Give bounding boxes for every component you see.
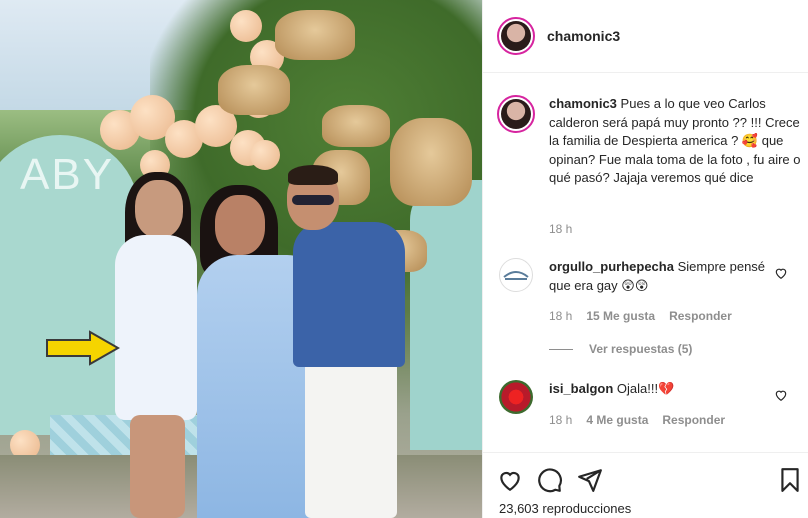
lamp — [390, 118, 472, 206]
yellow-arrow-icon — [46, 330, 120, 366]
comment-time[interactable]: 18 h — [549, 413, 572, 427]
heart-icon[interactable] — [497, 467, 523, 493]
comment-like-heart-icon[interactable] — [774, 266, 788, 280]
comment-avatar[interactable] — [499, 380, 533, 414]
person-3-pants — [305, 362, 397, 518]
person-1-legs — [130, 415, 185, 518]
sunglasses — [292, 195, 334, 205]
replies-divider — [549, 348, 573, 350]
comment-avatar[interactable] — [499, 258, 533, 292]
reply-button[interactable]: Responder — [662, 413, 725, 427]
post-panel: chamonic3 chamonic3 Pues a lo que veo Ca… — [482, 0, 808, 518]
person-1-head — [135, 180, 183, 238]
views-count[interactable]: 23,603 reproducciones — [499, 501, 631, 516]
comment-text: Ojala!!!💔 — [616, 381, 675, 396]
comment-like-heart-icon[interactable] — [774, 388, 788, 402]
comment-username[interactable]: isi_balgon — [549, 381, 613, 396]
comment-item: isi_balgon Ojala!!!💔 — [499, 380, 799, 414]
balloon — [250, 140, 280, 170]
comment-text-block: isi_balgon Ojala!!!💔 — [549, 380, 769, 414]
comment-icon[interactable] — [537, 467, 563, 493]
action-bar: 23,603 reproducciones — [483, 452, 808, 518]
post-photo[interactable]: ABY — [0, 0, 482, 518]
lamp — [218, 65, 290, 115]
share-icon[interactable] — [577, 467, 603, 493]
comment-time[interactable]: 18 h — [549, 309, 572, 323]
caption-username[interactable]: chamonic3 — [549, 96, 617, 111]
bookmark-icon[interactable] — [777, 467, 803, 493]
avatar[interactable] — [497, 17, 535, 55]
view-replies-label: Ver respuestas (5) — [589, 342, 693, 356]
lamp — [322, 105, 390, 147]
caption: chamonic3 Pues a lo que veo Carlos calde… — [497, 95, 803, 188]
purhepecha-logo-icon — [503, 271, 529, 280]
comment-meta: 18 h 15 Me gusta Responder — [549, 309, 732, 323]
comment-item: orgullo_purhepecha Siempre pensé que era… — [499, 258, 799, 295]
comment-meta: 18 h 4 Me gusta Responder — [549, 413, 725, 427]
caption-avatar[interactable] — [497, 95, 535, 133]
post-header: chamonic3 — [483, 0, 808, 73]
header-username[interactable]: chamonic3 — [547, 28, 620, 44]
person-2-head — [215, 195, 265, 255]
comment-username[interactable]: orgullo_purhepecha — [549, 259, 674, 274]
person-3-hair — [288, 165, 338, 185]
comment-text-block: orgullo_purhepecha Siempre pensé que era… — [549, 258, 769, 295]
person-1-dress — [115, 235, 197, 420]
comment-likes[interactable]: 4 Me gusta — [586, 413, 648, 427]
person-3-shirt — [293, 222, 405, 367]
caption-time[interactable]: 18 h — [549, 222, 572, 236]
comment-likes[interactable]: 15 Me gusta — [586, 309, 655, 323]
balloon — [230, 10, 262, 42]
reply-button[interactable]: Responder — [669, 309, 732, 323]
lamp — [275, 10, 355, 60]
photo-baby-text: ABY — [20, 150, 115, 199]
photo-decor-panel — [410, 180, 482, 450]
view-replies-button[interactable]: Ver respuestas (5) — [549, 342, 692, 356]
caption-text-block: chamonic3 Pues a lo que veo Carlos calde… — [549, 95, 803, 188]
